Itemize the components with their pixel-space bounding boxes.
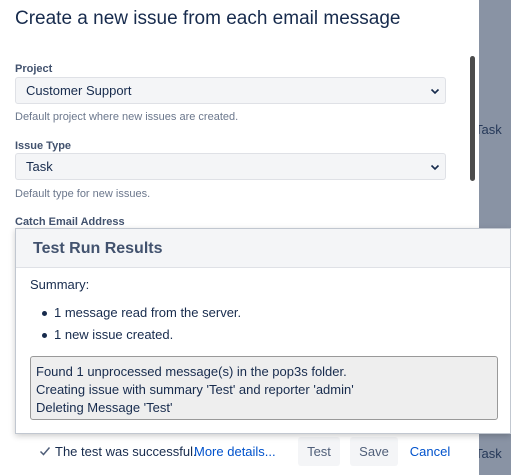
chevron-down-icon bbox=[430, 88, 440, 95]
background-task-label: Task bbox=[475, 122, 502, 137]
save-button[interactable]: Save bbox=[350, 437, 398, 466]
test-status-message: The test was successful. bbox=[55, 444, 197, 459]
list-item: 1 message read from the server. bbox=[41, 305, 241, 327]
issue-type-select-value: Task bbox=[26, 159, 53, 174]
summary-label: Summary: bbox=[30, 277, 90, 292]
issue-type-select[interactable]: Task bbox=[15, 153, 446, 180]
test-run-results-panel: Test Run Results Summary: 1 message read… bbox=[15, 228, 511, 434]
issue-type-help-text: Default type for new issues. bbox=[15, 188, 151, 200]
test-button[interactable]: Test bbox=[298, 437, 340, 466]
cancel-button[interactable]: Cancel bbox=[405, 437, 455, 466]
project-help-text: Default project where new issues are cre… bbox=[15, 111, 239, 123]
log-line: Found 1 unprocessed message(s) in the po… bbox=[36, 364, 347, 379]
list-item: 1 new issue created. bbox=[41, 327, 241, 349]
test-log-box: Found 1 unprocessed message(s) in the po… bbox=[30, 356, 498, 420]
project-select[interactable]: Customer Support bbox=[15, 77, 446, 104]
dialog-scrollbar[interactable] bbox=[470, 56, 475, 181]
check-icon bbox=[39, 447, 51, 456]
project-select-value: Customer Support bbox=[26, 83, 132, 98]
issue-type-label: Issue Type bbox=[15, 140, 72, 152]
catch-email-label: Catch Email Address bbox=[15, 216, 125, 228]
project-label: Project bbox=[15, 63, 53, 75]
log-line: Deleting Message 'Test' bbox=[36, 400, 173, 415]
chevron-down-icon bbox=[430, 164, 440, 171]
background-task-label: Task bbox=[475, 446, 502, 461]
summary-list: 1 message read from the server. 1 new is… bbox=[41, 305, 241, 349]
dialog-title: Create a new issue from each email messa… bbox=[15, 8, 401, 29]
results-title: Test Run Results bbox=[16, 229, 510, 268]
log-line: Creating issue with summary 'Test' and r… bbox=[36, 382, 354, 397]
more-details-link[interactable]: More details... bbox=[194, 444, 276, 459]
